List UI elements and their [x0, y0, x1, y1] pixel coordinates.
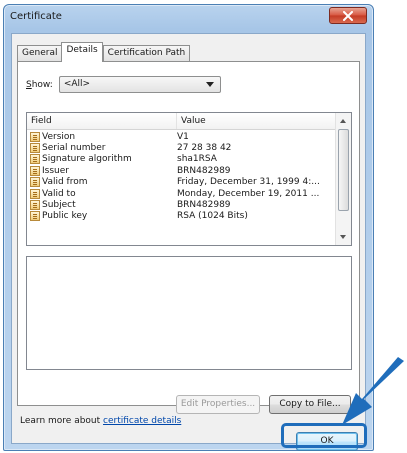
certificate-details-link[interactable]: certificate details [103, 416, 181, 426]
list-item[interactable]: Valid to Monday, December 19, 2011 ... [27, 188, 336, 199]
tab-strip: General Details Certification Path [17, 42, 191, 62]
list-item[interactable]: Version V1 [27, 131, 336, 142]
show-dropdown-value: <All> [63, 79, 91, 89]
tab-certification-path[interactable]: Certification Path [102, 45, 191, 62]
certificate-field-icon [30, 188, 40, 199]
vertical-scrollbar[interactable] [335, 113, 351, 245]
field-name: Version [42, 131, 76, 142]
field-name: Valid to [42, 188, 76, 199]
field-detail-box[interactable] [26, 256, 352, 370]
learn-more-text: Learn more about certificate details [20, 416, 181, 426]
details-panel: Show: <All> Field Value Version V1 Serial… [17, 61, 360, 414]
list-item[interactable]: Signature algorithm sha1RSA [27, 154, 336, 165]
certificate-field-icon [30, 143, 40, 154]
field-value: BRN482989 [177, 200, 231, 211]
close-icon [343, 10, 353, 21]
learn-more-prefix: Learn more about [20, 416, 104, 426]
field-name: Valid from [42, 177, 88, 188]
certificate-field-icon [30, 165, 40, 176]
ok-highlight-frame [281, 423, 367, 448]
certificate-field-icon [30, 211, 40, 222]
field-value: Monday, December 19, 2011 ... [177, 188, 320, 199]
field-value: BRN482989 [177, 165, 231, 176]
list-item[interactable]: Valid from Friday, December 31, 1999 4:..… [27, 177, 336, 188]
field-name: Issuer [42, 165, 69, 176]
title-bar[interactable]: Certificate [4, 5, 373, 29]
show-label: Show: [26, 79, 53, 90]
field-value: 27 28 38 42 [177, 143, 232, 154]
field-name: Public key [42, 211, 88, 222]
scroll-thumb[interactable] [338, 129, 349, 211]
list-item[interactable]: Subject BRN482989 [27, 199, 336, 211]
field-name: Signature algorithm [42, 154, 132, 165]
close-button[interactable] [329, 7, 367, 24]
certificate-field-icon [30, 154, 40, 165]
certificate-dialog: Certificate General Details Certificatio… [3, 4, 374, 451]
field-name: Serial number [42, 143, 106, 154]
column-header-value[interactable]: Value [177, 113, 336, 129]
field-value: RSA (1024 Bits) [177, 211, 248, 222]
dialog-body: General Details Certification Path Show:… [11, 33, 366, 451]
field-value: Friday, December 31, 1999 4:... [177, 177, 320, 188]
list-item[interactable]: Issuer BRN482989 [27, 165, 336, 176]
column-header-field[interactable]: Field [27, 113, 177, 129]
pointer-arrow-icon [342, 357, 404, 425]
show-dropdown[interactable]: <All> [58, 76, 221, 93]
edit-properties-button[interactable]: Edit Properties... [176, 395, 260, 414]
list-item[interactable]: Serial number 27 28 38 42 [27, 142, 336, 154]
list-header: Field Value [27, 113, 351, 130]
field-value: V1 [177, 131, 189, 142]
chevron-down-icon [205, 82, 214, 87]
scroll-up-icon[interactable] [340, 119, 346, 123]
show-filter: Show: <All> [26, 76, 221, 93]
list-rows: Version V1 Serial number 27 28 38 42 Signa… [27, 131, 336, 222]
tab-details[interactable]: Details [61, 42, 103, 62]
copy-to-file-button[interactable]: Copy to File... [269, 395, 351, 414]
field-name: Subject [42, 200, 76, 211]
tab-general[interactable]: General [17, 45, 62, 62]
certificate-field-icon [30, 200, 40, 211]
field-value: sha1RSA [177, 154, 217, 165]
certificate-field-icon [30, 131, 40, 142]
window-title: Certificate [10, 11, 62, 22]
certificate-field-icon [30, 177, 40, 188]
scroll-down-icon[interactable] [340, 235, 346, 239]
list-item[interactable]: Public key RSA (1024 Bits) [27, 211, 336, 222]
field-list: Field Value Version V1 Serial number 27 28… [26, 112, 352, 246]
